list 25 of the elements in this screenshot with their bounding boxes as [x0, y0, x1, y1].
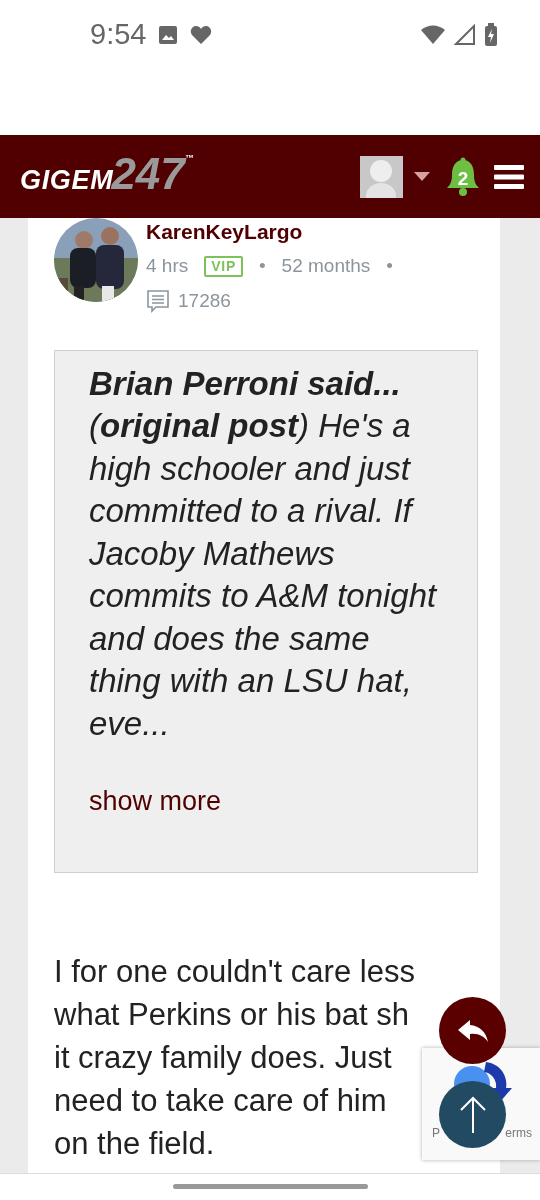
caret-icon[interactable]	[414, 171, 430, 182]
signal-icon	[454, 24, 476, 46]
image-icon	[158, 25, 179, 45]
battery-icon	[484, 23, 498, 47]
comment-icon	[146, 289, 170, 314]
user-avatar[interactable]	[360, 155, 403, 198]
terms-link[interactable]: erms	[505, 1124, 532, 1142]
separator-dot: •	[386, 254, 393, 278]
wifi-icon	[420, 24, 446, 46]
menu-icon[interactable]	[494, 164, 524, 189]
show-more-link[interactable]: show more	[89, 781, 447, 822]
author-name[interactable]: KarenKeyLargo	[146, 219, 393, 245]
vip-badge: VIP	[204, 255, 243, 277]
notification-count: 2	[456, 166, 470, 191]
membership-length: 52 months	[281, 254, 371, 278]
separator-dot: •	[258, 254, 266, 278]
clock-time: 9:54	[90, 17, 147, 53]
quote-text: Brian Perroni said... (original post) He's a high schooler and just committed to a rival. If Jacoby Mathews commits to A&M tonight and does the same thing with an LSU hat, eve...	[89, 363, 439, 744]
site-logo[interactable]: GIGEM247™	[20, 152, 194, 201]
privacy-link[interactable]: P	[432, 1124, 440, 1142]
post-body: I for one couldn't care less what Perkins or his bat sh it crazy family does. Just need to take care of him on the field.	[54, 952, 416, 1163]
heart-icon	[190, 25, 213, 45]
arrow-up-icon	[458, 1094, 487, 1135]
post-count: 17286	[178, 289, 231, 313]
post-age: 4 hrs	[146, 254, 189, 278]
